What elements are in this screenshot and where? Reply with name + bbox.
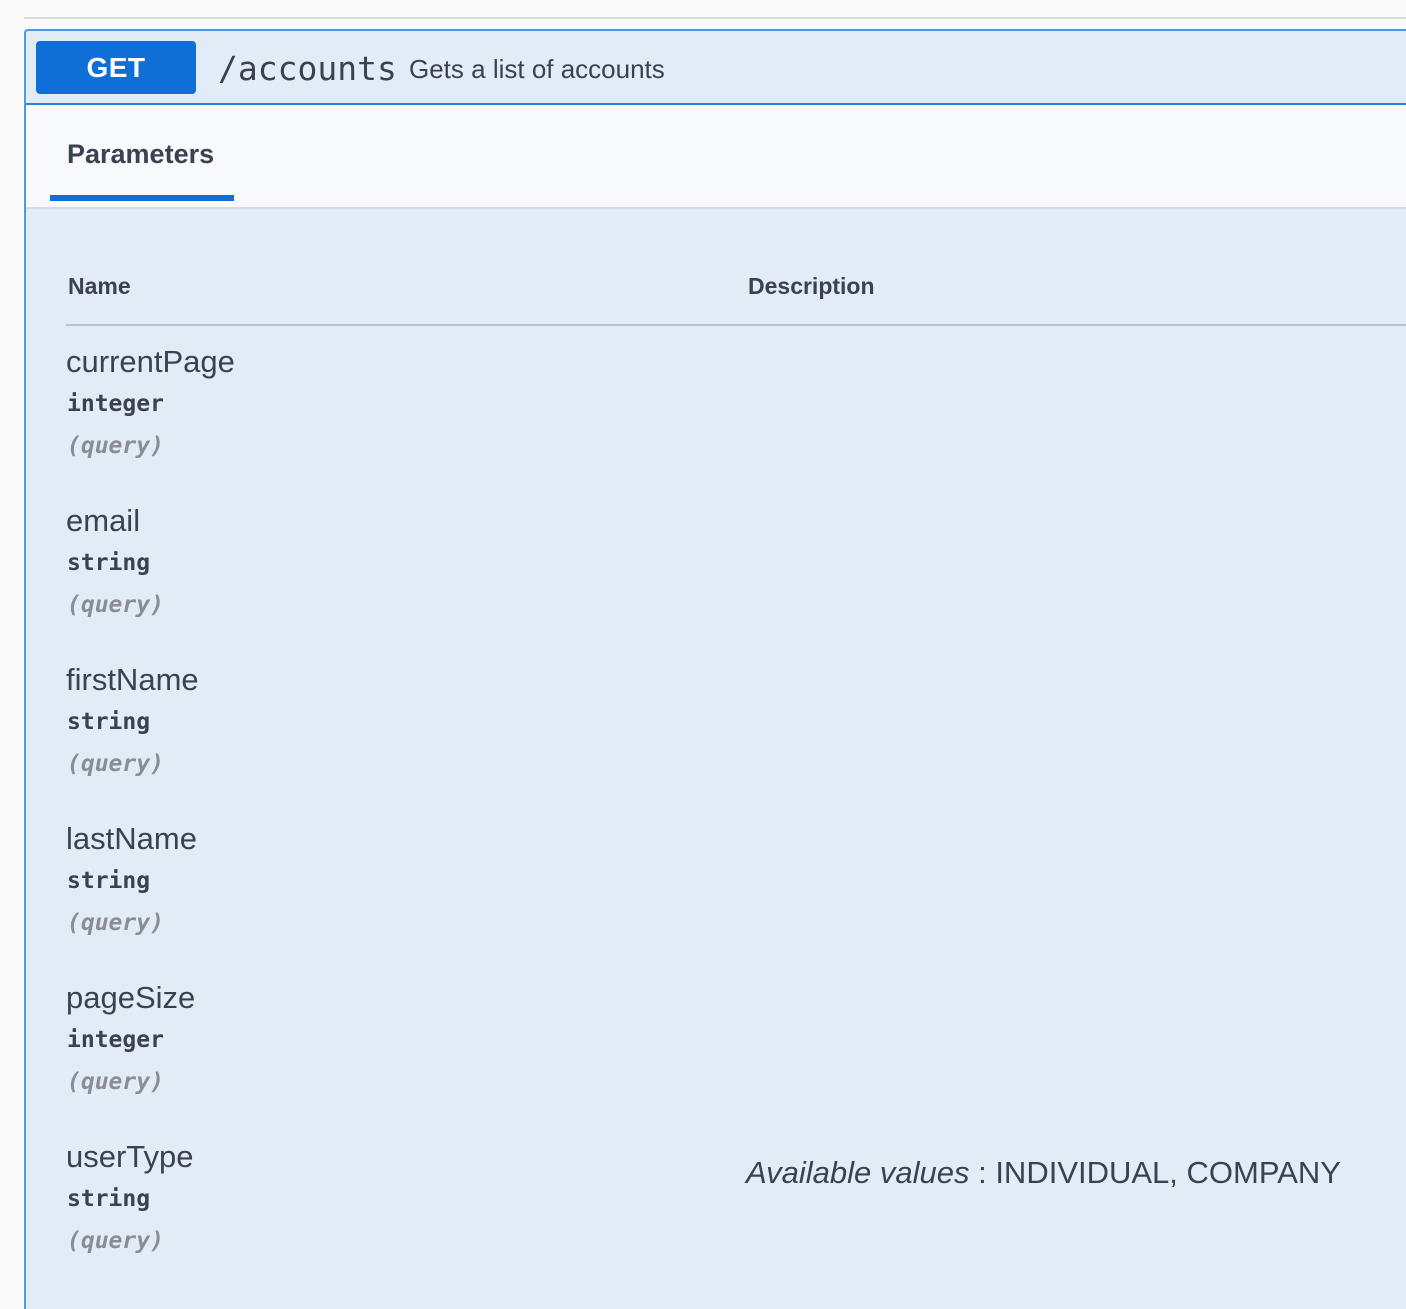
parameter-description: Available values : INDIVIDUAL, COMPANY <box>746 1155 1341 1190</box>
top-divider <box>24 17 1406 19</box>
parameter-name: email <box>66 503 141 538</box>
parameter-location: (query) <box>67 1228 164 1254</box>
parameter-type: integer <box>67 391 164 417</box>
available-values-label: Available values <box>746 1155 970 1190</box>
parameter-type: string <box>67 868 151 894</box>
parameter-row-pageSize: pageSize integer (query) <box>66 978 1406 1137</box>
operation-description: Gets a list of accounts <box>409 54 665 84</box>
parameter-row-currentPage: currentPage integer (query) <box>66 342 1406 501</box>
tab-header: Parameters <box>26 105 1406 209</box>
parameter-name: userType <box>66 1139 194 1174</box>
parameter-type: integer <box>67 1027 164 1053</box>
parameter-location: (query) <box>67 910 164 936</box>
tab-parameters[interactable]: Parameters <box>50 105 234 201</box>
parameter-location: (query) <box>67 433 164 459</box>
column-header-description: Description <box>748 273 875 299</box>
http-method-badge: GET <box>36 41 196 94</box>
operation-summary[interactable]: GET /accounts Gets a list of accounts <box>26 31 1406 105</box>
tab-parameters-label: Parameters <box>67 139 215 169</box>
parameter-location: (query) <box>67 1069 164 1095</box>
parameter-row-lastName: lastName string (query) <box>66 819 1406 978</box>
operation-path: /accounts <box>218 49 397 88</box>
parameter-name: currentPage <box>66 344 235 379</box>
parameter-row-email: email string (query) <box>66 501 1406 660</box>
parameter-name: lastName <box>66 821 197 856</box>
parameter-type: string <box>67 550 151 576</box>
available-values: INDIVIDUAL, COMPANY <box>995 1155 1341 1190</box>
parameter-row-firstName: firstName string (query) <box>66 660 1406 819</box>
parameter-name: pageSize <box>66 980 196 1015</box>
parameter-location: (query) <box>67 592 164 618</box>
parameter-row-userType: userType string (query) Available values… <box>66 1137 1406 1296</box>
header-divider <box>66 324 1406 326</box>
parameter-type: string <box>67 1186 151 1212</box>
parameter-name: firstName <box>66 662 199 697</box>
column-header-name: Name <box>68 273 131 299</box>
operation-block-get-accounts: GET /accounts Gets a list of accounts Pa… <box>24 29 1406 1309</box>
parameters-table: Name Description currentPage integer (qu… <box>66 209 1406 1309</box>
parameter-type: string <box>67 709 151 735</box>
parameter-location: (query) <box>67 751 164 777</box>
